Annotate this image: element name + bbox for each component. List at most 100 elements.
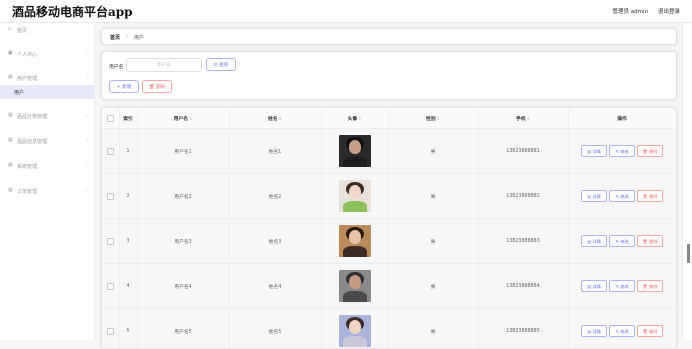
cell-username: 用户名5 — [137, 309, 229, 349]
cell-phone: 13823888882 — [478, 174, 568, 219]
sidebar-item-home[interactable]: ⌂ 首页 — [0, 23, 94, 37]
grid-icon: ▦ — [8, 113, 13, 118]
sidebar-item-personal-center[interactable]: ● 个人中心 ⌄ — [0, 47, 94, 61]
header-gender[interactable]: 性别⇕ — [388, 108, 478, 129]
header-name[interactable]: 姓名⇕ — [229, 108, 321, 129]
detail-label: 详情 — [592, 329, 600, 334]
header-gender-label: 性别 — [426, 117, 436, 122]
add-button-label: 新增 — [122, 85, 131, 90]
breadcrumb-home[interactable]: 首页 — [110, 34, 120, 41]
edit-button[interactable]: ✎ 修改 — [609, 235, 635, 247]
delete-label: 删除 — [649, 329, 657, 334]
delete-label: 删除 — [649, 194, 657, 199]
delete-button[interactable]: 🗑 删除 — [637, 235, 663, 247]
edit-label: 修改 — [620, 194, 628, 199]
detail-label: 详情 — [592, 194, 600, 199]
cell-index: 2 — [119, 174, 137, 219]
delete-button[interactable]: 🗑 删除 — [637, 325, 663, 337]
header-avatar-label: 头像 — [348, 117, 358, 122]
sidebar-item-users[interactable]: 用户 — [0, 85, 94, 99]
row-checkbox[interactable] — [102, 309, 119, 349]
edit-button[interactable]: ✎ 修改 — [609, 145, 635, 157]
sort-icon[interactable]: ⇕ — [358, 116, 361, 121]
cell-gender: 男 — [388, 174, 478, 219]
logout-link[interactable]: 退出登录 — [658, 7, 680, 15]
sidebar-item-system[interactable]: ▦ 系统管理 ⌄ — [0, 159, 94, 173]
cell-ops: ▤ 详情 ✎ 修改 🗑 删除 — [568, 264, 676, 309]
cell-username: 用户名1 — [137, 129, 229, 174]
avatar[interactable] — [339, 180, 371, 212]
cell-avatar — [321, 129, 388, 174]
table-row: 3 用户名3 姓名3 男 13823888883 ▤ 详情 ✎ 修改 🗑 删除 — [102, 219, 676, 264]
delete-button[interactable]: 🗑 删除 — [637, 145, 663, 157]
cell-avatar — [321, 309, 388, 349]
query-button[interactable]: ⊡ 查询 — [206, 58, 236, 71]
row-checkbox[interactable] — [102, 129, 119, 174]
cell-name: 姓名4 — [229, 264, 321, 309]
cell-index: 5 — [119, 309, 137, 349]
select-all-checkbox[interactable] — [102, 108, 119, 129]
query-button-label: 查询 — [219, 63, 228, 68]
breadcrumb-current: 用户 — [134, 34, 144, 41]
sort-icon[interactable]: ⇕ — [189, 116, 192, 121]
cell-name: 姓名5 — [229, 309, 321, 349]
sidebar-item-label: 系统管理 — [17, 163, 37, 170]
add-button[interactable]: + 新增 — [109, 80, 139, 93]
chevron-down-icon: ⌄ — [86, 187, 90, 193]
detail-button[interactable]: ▤ 详情 — [581, 235, 607, 247]
cell-avatar — [321, 264, 388, 309]
delete-label: 删除 — [649, 284, 657, 289]
header-avatar[interactable]: 头像⇕ — [321, 108, 388, 129]
app-title: 酒品移动电商平台app — [12, 3, 133, 20]
avatar[interactable] — [339, 225, 371, 257]
batch-delete-button[interactable]: 🗑 删除 — [142, 80, 172, 93]
edit-button[interactable]: ✎ 修改 — [609, 190, 635, 202]
admin-label: 管理员 admin — [613, 7, 648, 15]
detail-button[interactable]: ▤ 详情 — [581, 280, 607, 292]
delete-button[interactable]: 🗑 删除 — [637, 190, 663, 202]
sidebar-item-wine-category[interactable]: ▦ 酒品分类管理 ⌄ — [0, 109, 94, 123]
cell-ops: ▤ 详情 ✎ 修改 🗑 删除 — [568, 219, 676, 264]
row-checkbox[interactable] — [102, 174, 119, 219]
avatar[interactable] — [339, 270, 371, 302]
grid-icon: ▦ — [8, 138, 13, 143]
cell-avatar — [321, 174, 388, 219]
cell-phone: 13823888884 — [478, 264, 568, 309]
cell-ops: ▤ 详情 ✎ 修改 🗑 删除 — [568, 174, 676, 219]
sidebar: ⌂ 首页 ● 个人中心 ⌄ ▦ 用户管理 ⌃ 用户 ▦ 酒品分类管理 ⌄ ▦ 酒… — [0, 23, 95, 340]
sort-icon[interactable]: ⇕ — [437, 116, 440, 121]
scrollbar-thumb[interactable] — [687, 244, 690, 263]
sort-icon[interactable]: ⇕ — [527, 116, 530, 121]
cell-index: 1 — [119, 129, 137, 174]
cell-name: 姓名3 — [229, 219, 321, 264]
sidebar-item-user-management[interactable]: ▦ 用户管理 ⌃ — [0, 71, 94, 85]
username-search-input[interactable]: 用户名 — [126, 58, 202, 72]
delete-button[interactable]: 🗑 删除 — [637, 280, 663, 292]
header-username[interactable]: 用户名⇕ — [137, 108, 229, 129]
header-phone[interactable]: 手机⇕ — [478, 108, 568, 129]
edit-label: 修改 — [620, 329, 628, 334]
detail-label: 详情 — [592, 284, 600, 289]
page-scrollbar[interactable] — [682, 23, 692, 340]
edit-button[interactable]: ✎ 修改 — [609, 280, 635, 292]
avatar[interactable] — [339, 135, 371, 167]
delete-button-label: 删除 — [156, 85, 165, 90]
chevron-up-icon: ⌃ — [86, 74, 90, 80]
row-checkbox[interactable] — [102, 264, 119, 309]
sidebar-item-wine-info[interactable]: ▦ 酒品信息管理 ⌄ — [0, 134, 94, 148]
sidebar-item-label: 用户 — [14, 89, 24, 96]
header-name-label: 姓名 — [268, 117, 278, 122]
edit-button[interactable]: ✎ 修改 — [609, 325, 635, 337]
sort-icon[interactable]: ⇕ — [279, 116, 282, 121]
sidebar-item-label: 酒品信息管理 — [17, 138, 47, 145]
detail-button[interactable]: ▤ 详情 — [581, 145, 607, 157]
header-phone-label: 手机 — [516, 117, 526, 122]
detail-button[interactable]: ▤ 详情 — [581, 325, 607, 337]
sidebar-item-orders[interactable]: ▦ 订单管理 ⌄ — [0, 184, 94, 198]
detail-button[interactable]: ▤ 详情 — [581, 190, 607, 202]
row-checkbox[interactable] — [102, 219, 119, 264]
avatar[interactable] — [339, 315, 371, 347]
table-row: 4 用户名4 姓名4 男 13823888884 ▤ 详情 ✎ 修改 🗑 删除 — [102, 264, 676, 309]
chevron-down-icon: ⌄ — [86, 112, 90, 118]
chevron-down-icon: ⌄ — [86, 162, 90, 168]
